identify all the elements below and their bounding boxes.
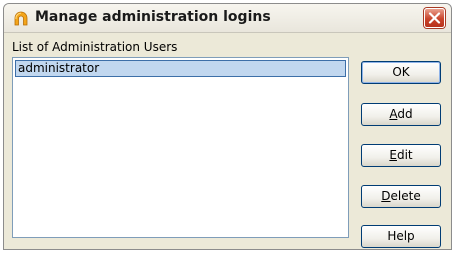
help-button[interactable]: Help (361, 225, 441, 248)
delete-button[interactable]: Delete (361, 185, 441, 208)
ok-button-label: OK (392, 65, 410, 79)
window-title: Manage administration logins (35, 9, 271, 25)
admin-users-listbox[interactable]: administrator (12, 57, 349, 238)
list-item-administrator[interactable]: administrator (15, 60, 346, 77)
arch-icon (14, 11, 28, 26)
add-button-label: dd (397, 107, 413, 121)
delete-button-label: elete (390, 189, 421, 203)
close-icon (428, 12, 441, 24)
edit-accelerator: E (389, 148, 397, 162)
edit-button-label: dit (396, 148, 413, 162)
users-list-label: List of Administration Users (12, 40, 178, 54)
manage-logins-dialog: Manage administration logins List of Adm… (3, 3, 452, 250)
help-button-label: Help (387, 229, 415, 243)
title-bar[interactable]: Manage administration logins (4, 4, 451, 33)
edit-button[interactable]: Edit (361, 144, 441, 167)
ok-button[interactable]: OK (361, 61, 441, 84)
delete-accelerator: D (381, 189, 391, 203)
add-button[interactable]: Add (361, 103, 441, 126)
close-button[interactable] (424, 8, 445, 28)
